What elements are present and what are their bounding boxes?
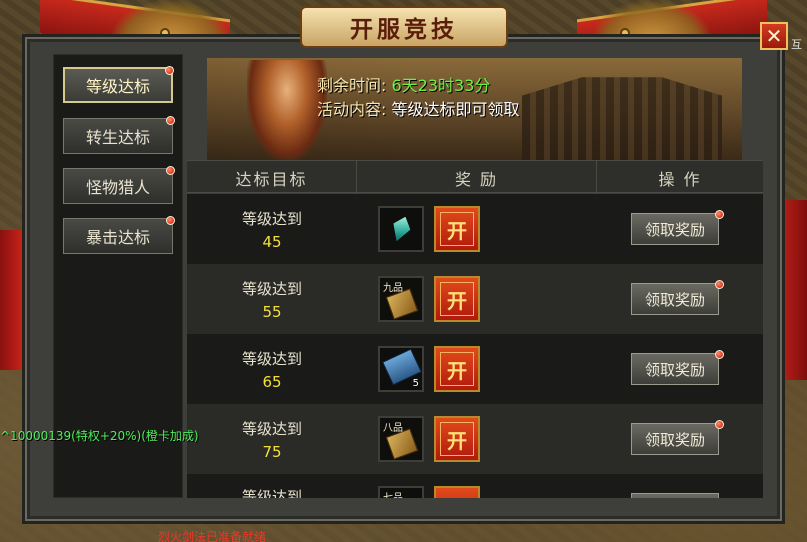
chest-icon: 开 — [440, 212, 474, 246]
tab-level[interactable]: 等级达标 — [63, 66, 174, 103]
column-header-reward: 奖 励 — [357, 161, 597, 194]
notification-dot-icon — [715, 210, 724, 219]
gem-icon — [388, 214, 414, 245]
remaining-time-label: 剩余时间: — [317, 76, 387, 95]
reward-chest[interactable]: 开 — [434, 276, 480, 322]
reward-chest[interactable]: 开 — [434, 416, 480, 462]
event-content-label: 活动内容: — [317, 100, 387, 119]
target-level: 45 — [262, 232, 282, 251]
target-label: 等级达到 — [241, 419, 302, 438]
palace-illustration — [522, 77, 722, 160]
chat-message-skill: 烈火剑法已准备就绪 — [158, 530, 267, 542]
notification-dot-icon — [715, 350, 724, 359]
table-row: 等级达到 75 八品 开 领取奖励 — [187, 404, 763, 474]
item-tier: 七品 — [383, 489, 403, 498]
side-label: 互 — [791, 38, 802, 51]
notification-dot-icon — [715, 280, 724, 289]
reward-chest[interactable]: 开 — [434, 206, 480, 252]
table-row: 等级达到 七品 — [187, 474, 763, 498]
table-row: 等级达到 65 5 开 领取奖励 — [187, 334, 763, 404]
notification-dot-icon — [166, 216, 175, 225]
table-row: 等级达到 55 九品 开 领取奖励 — [187, 264, 763, 334]
tab-rebirth[interactable]: 转生达标 — [63, 116, 175, 154]
target-cell: 等级达到 45 — [187, 194, 357, 264]
target-cell: 等级达到 55 — [187, 264, 357, 334]
reward-slot[interactable]: 九品 — [378, 276, 424, 322]
item-tier: 九品 — [383, 283, 403, 294]
event-banner: 剩余时间: 6天23时33分 活动内容: 等级达标即可领取 — [207, 58, 742, 160]
target-level: 65 — [262, 372, 282, 391]
hero-portrait — [247, 60, 327, 160]
panel-title-plate: 开服竞技 — [300, 6, 508, 48]
claim-reward-button[interactable] — [631, 493, 719, 498]
table-header: 达标目标 奖 励 操 作 — [187, 160, 763, 194]
notification-dot-icon — [715, 420, 724, 429]
item-tier: 八品 — [383, 423, 403, 434]
remaining-time-value: 6天23时33分 — [391, 76, 491, 95]
tab-label: 暴击达标 — [85, 228, 150, 247]
claim-reward-button[interactable]: 领取奖励 — [631, 423, 719, 455]
target-level: 75 — [262, 442, 282, 461]
reward-chest[interactable] — [434, 486, 480, 498]
tab-critical[interactable]: 暴击达标 — [63, 216, 175, 254]
reward-slot[interactable]: 5 — [378, 346, 424, 392]
target-cell: 等级达到 75 — [187, 404, 357, 474]
tab-monster-hunter[interactable]: 怪物猎人 — [63, 166, 175, 204]
notification-dot-icon — [165, 66, 174, 75]
claim-reward-button[interactable]: 领取奖励 — [631, 283, 719, 315]
tab-label: 怪物猎人 — [85, 178, 150, 197]
chest-icon: 开 — [440, 282, 474, 316]
table-row: 等级达到 45 开 领取奖励 — [187, 194, 763, 264]
event-content-value: 等级达标即可领取 — [391, 100, 520, 119]
panel-title: 开服竞技 — [350, 16, 458, 43]
column-header-target: 达标目标 — [187, 161, 357, 194]
target-label: 等级达到 — [241, 209, 302, 228]
chest-icon: 开 — [440, 352, 474, 386]
reward-slot[interactable] — [378, 206, 424, 252]
reward-slot[interactable]: 七品 — [378, 486, 424, 498]
target-label: 等级达到 — [241, 488, 302, 498]
claim-reward-button[interactable]: 领取奖励 — [631, 353, 719, 385]
chest-icon: 开 — [440, 422, 474, 456]
tab-label: 等级达标 — [85, 77, 150, 96]
column-header-action: 操 作 — [658, 169, 702, 189]
target-cell: 等级达到 65 — [187, 334, 357, 404]
reward-slot[interactable]: 八品 — [378, 416, 424, 462]
notification-dot-icon — [166, 166, 175, 175]
claim-reward-button[interactable]: 领取奖励 — [631, 213, 719, 245]
reward-chest[interactable]: 开 — [434, 346, 480, 392]
red-banner-left — [0, 230, 22, 370]
remaining-time: 剩余时间: 6天23时33分 — [317, 72, 490, 96]
target-label: 等级达到 — [241, 349, 302, 368]
notification-dot-icon — [166, 116, 175, 125]
chat-message-buff: ^10000139(特权+20%)(橙卡加成) — [0, 429, 199, 443]
item-count: 5 — [412, 378, 419, 389]
target-label: 等级达到 — [241, 279, 302, 298]
target-cell: 等级达到 — [187, 474, 357, 498]
tab-label: 转生达标 — [85, 128, 150, 147]
event-content: 活动内容: 等级达标即可领取 — [317, 96, 520, 120]
close-button[interactable]: ✕ — [760, 22, 788, 50]
target-level: 55 — [262, 302, 282, 321]
